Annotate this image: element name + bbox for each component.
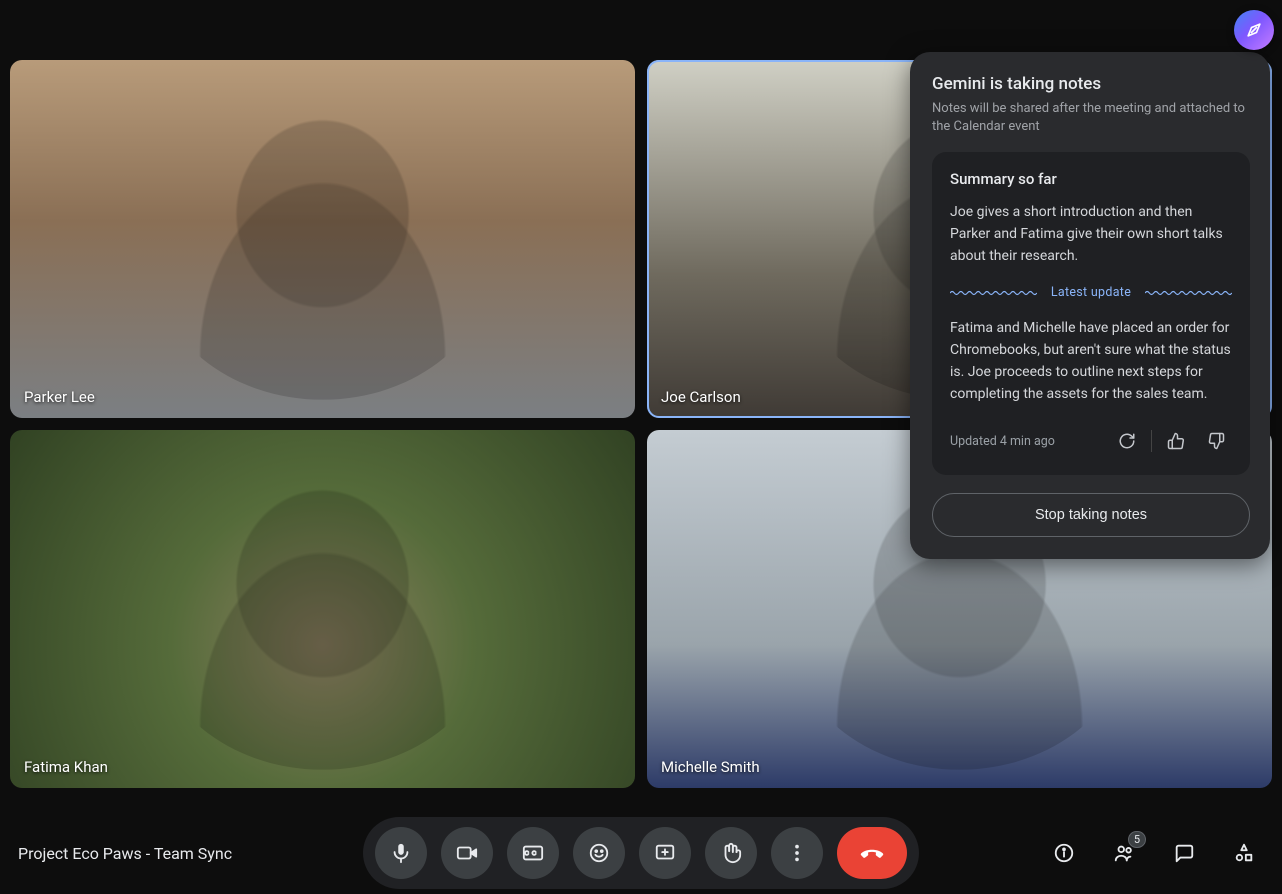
chat-icon: [1173, 842, 1195, 864]
gemini-notes-panel: Gemini is taking notes Notes will be sha…: [910, 52, 1270, 559]
microphone-icon: [390, 842, 412, 864]
captions-icon: [522, 842, 544, 864]
call-controls: [363, 817, 919, 889]
latest-update-divider: Latest update: [950, 285, 1232, 300]
summary-card: Summary so far Joe gives a short introdu…: [932, 152, 1250, 475]
right-controls: 5: [1044, 833, 1264, 873]
latest-update-label: Latest update: [1051, 285, 1131, 300]
avatar-placeholder: [151, 484, 495, 770]
reactions-button[interactable]: [573, 827, 625, 879]
gemini-fab[interactable]: [1234, 10, 1274, 50]
raise-hand-button[interactable]: [705, 827, 757, 879]
gemini-heading: Gemini is taking notes: [932, 74, 1250, 94]
leave-call-button[interactable]: [837, 827, 907, 879]
camera-icon: [456, 842, 478, 864]
summary-timestamp: Updated 4 min ago: [950, 434, 1055, 449]
shapes-icon: [1233, 842, 1255, 864]
stop-taking-notes-button[interactable]: Stop taking notes: [932, 493, 1250, 537]
info-icon: [1053, 842, 1075, 864]
refresh-icon: [1118, 432, 1136, 450]
hangup-icon: [859, 840, 885, 866]
summary-latest-text: Fatima and Michelle have placed an order…: [950, 318, 1232, 405]
present-screen-button[interactable]: [639, 827, 691, 879]
thumbs-up-icon: [1167, 432, 1185, 450]
thumbs-down-button[interactable]: [1200, 425, 1232, 457]
thumbs-down-icon: [1207, 432, 1225, 450]
mic-toggle-button[interactable]: [375, 827, 427, 879]
sparkle-icon: [1244, 20, 1264, 40]
camera-toggle-button[interactable]: [441, 827, 493, 879]
wavy-line-icon: [950, 290, 1037, 296]
present-icon: [654, 842, 676, 864]
summary-heading: Summary so far: [950, 170, 1232, 188]
activities-button[interactable]: [1224, 833, 1264, 873]
captions-button[interactable]: [507, 827, 559, 879]
meeting-title: Project Eco Paws - Team Sync: [18, 844, 232, 863]
hand-icon: [720, 842, 742, 864]
participant-count-badge: 5: [1128, 831, 1146, 848]
thumbs-up-button[interactable]: [1160, 425, 1192, 457]
chat-button[interactable]: [1164, 833, 1204, 873]
meeting-details-button[interactable]: [1044, 833, 1084, 873]
bottom-bar: Project Eco Paws - Team Sync: [0, 812, 1282, 894]
refresh-summary-button[interactable]: [1111, 425, 1143, 457]
participant-name-label: Fatima Khan: [24, 758, 108, 776]
participant-name-label: Joe Carlson: [661, 388, 741, 406]
video-tile[interactable]: Fatima Khan: [10, 430, 635, 788]
summary-footer: Updated 4 min ago: [950, 425, 1232, 457]
participant-name-label: Michelle Smith: [661, 758, 760, 776]
emoji-icon: [588, 842, 610, 864]
summary-before-text: Joe gives a short introduction and then …: [950, 202, 1232, 267]
people-button[interactable]: 5: [1104, 833, 1144, 873]
wavy-line-icon: [1145, 290, 1232, 296]
more-options-button[interactable]: [771, 827, 823, 879]
avatar-placeholder: [151, 114, 495, 400]
separator: [1151, 430, 1152, 452]
gemini-subtext: Notes will be shared after the meeting a…: [932, 100, 1250, 136]
video-tile[interactable]: Parker Lee: [10, 60, 635, 418]
more-vertical-icon: [786, 842, 808, 864]
participant-name-label: Parker Lee: [24, 388, 95, 406]
